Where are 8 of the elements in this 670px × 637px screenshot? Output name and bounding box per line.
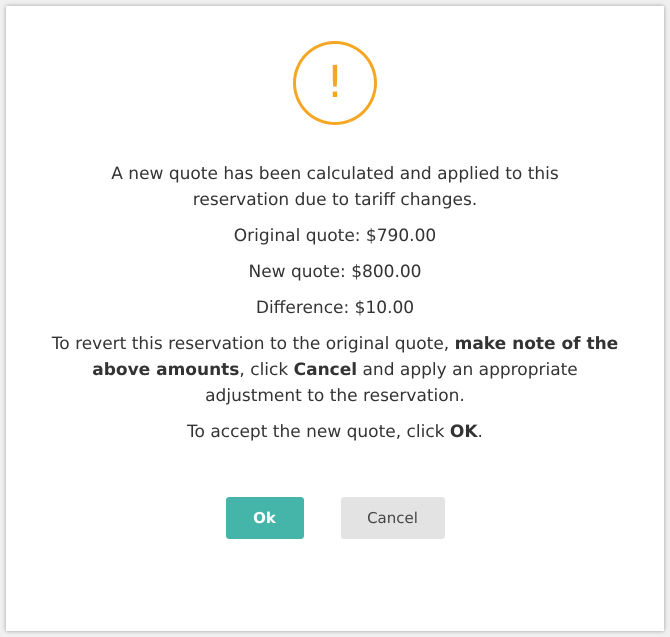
message-text: New quote: $800.00 [248, 261, 422, 284]
cancel-button[interactable]: Cancel [340, 497, 444, 539]
message-text: Original quote: $790.00 [234, 225, 436, 248]
message-text: A new quote has been calculated and applied to this reservation due to tariff changes. [110, 163, 560, 212]
warning-icon: ! [293, 41, 377, 125]
message-text: Difference: $10.00 [256, 297, 414, 320]
message-text: To revert this reservation to the original quote, make note of the above amounts, click Cancel and apply an appropriate adjustment to the reservation. [50, 333, 620, 408]
message-text: To accept the new quote, click OK. [187, 421, 483, 444]
